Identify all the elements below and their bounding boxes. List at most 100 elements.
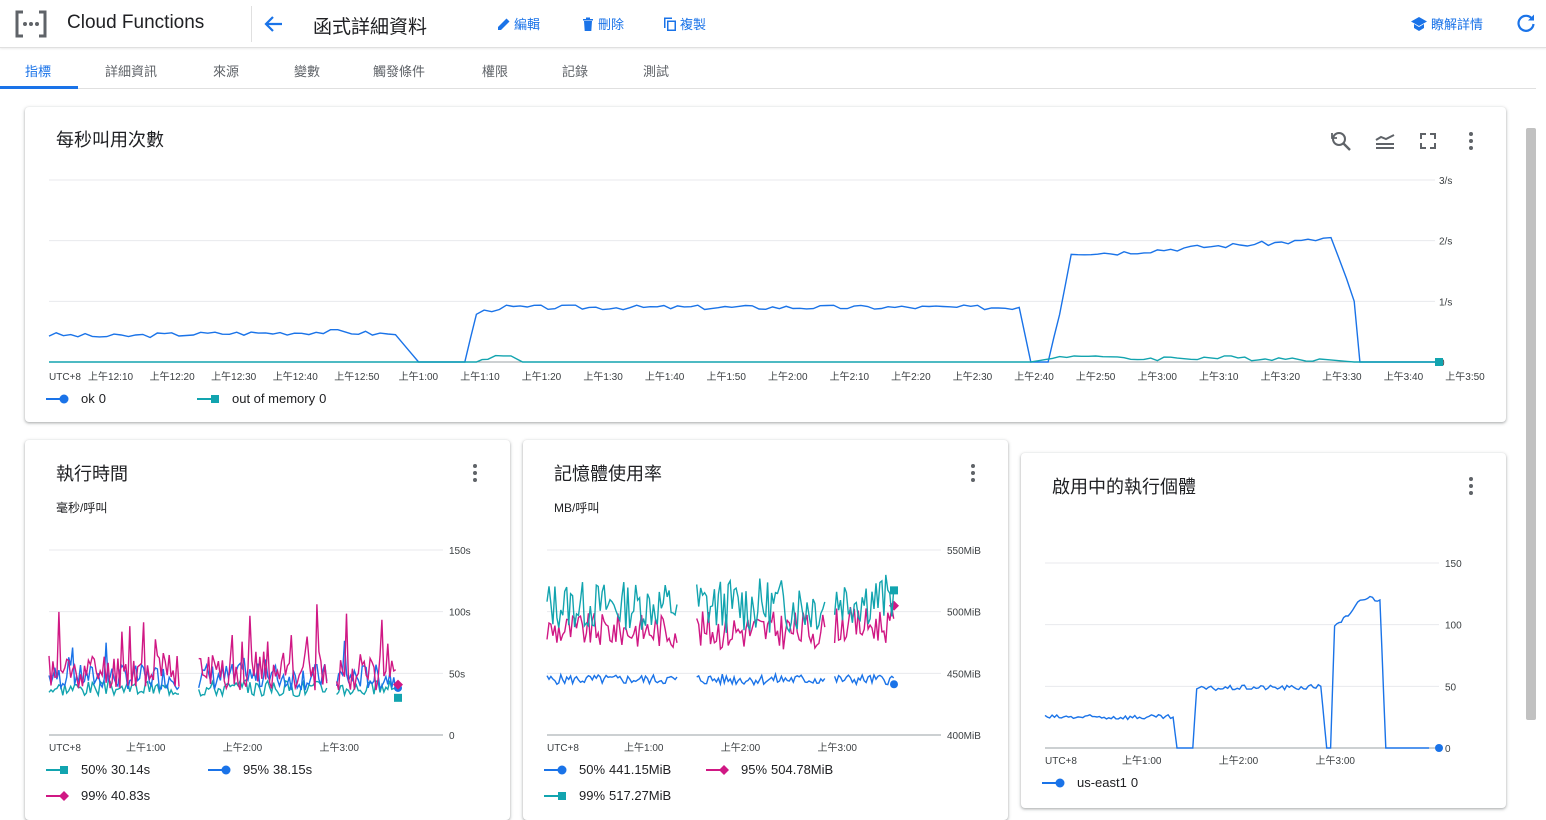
tab-permissions[interactable]: 權限 xyxy=(482,61,508,80)
top-bar: Cloud Functions 函式詳細資料 編輯 刪除 複製 瞭解詳情 xyxy=(0,0,1546,48)
x-tick-label: 上午3:00 xyxy=(1316,754,1356,767)
more-options-icon[interactable] xyxy=(963,461,983,485)
series-end-marker xyxy=(1435,358,1443,366)
x-tick-label: UTC+8 xyxy=(547,743,579,754)
x-tick-label: 上午1:30 xyxy=(583,370,623,383)
legend-item-ok[interactable]: ok 0 xyxy=(45,391,106,406)
tab-triggers[interactable]: 觸發條件 xyxy=(373,61,425,80)
legend-item-out-of-memory[interactable]: out of memory 0 xyxy=(196,391,326,406)
x-tick-label: 上午1:40 xyxy=(645,370,685,383)
learn-more-button[interactable]: 瞭解詳情 xyxy=(1410,14,1483,33)
back-arrow-icon[interactable] xyxy=(260,10,288,38)
x-tick-label: 上午2:00 xyxy=(1219,754,1259,767)
y-tick-label: 3/s xyxy=(1439,176,1452,187)
y-tick-label: 0 xyxy=(449,731,455,742)
x-tick-label: 上午3:00 xyxy=(1137,370,1177,383)
y-tick-label: 150s xyxy=(449,546,471,557)
x-tick-label: 上午1:00 xyxy=(1122,754,1162,767)
series-line-useast1 xyxy=(1044,595,1430,749)
x-tick-label: 上午1:50 xyxy=(706,370,746,383)
series-end-marker xyxy=(394,693,402,702)
x-tick-label: 上午2:30 xyxy=(953,370,993,383)
tab-testing[interactable]: 測試 xyxy=(643,61,669,80)
y-tick-label: 450MiB xyxy=(947,669,981,680)
x-tick-label: UTC+8 xyxy=(49,743,81,754)
legend-item-p95[interactable]: 95% 504.78MiB xyxy=(705,762,833,777)
more-options-icon[interactable] xyxy=(1461,129,1481,153)
y-tick-label: 100s xyxy=(449,608,471,619)
series-end-marker xyxy=(890,586,898,595)
x-tick-label: 上午2:00 xyxy=(768,370,808,383)
cloud-functions-logo-icon xyxy=(15,10,47,38)
legend-value: 517.27MiB xyxy=(609,788,672,803)
legend-label: 99% xyxy=(81,788,108,803)
copy-label: 複製 xyxy=(680,17,707,32)
refresh-icon[interactable] xyxy=(1514,11,1538,35)
legend-value: 38.15s xyxy=(273,762,313,777)
legend-marker-circle-icon xyxy=(46,394,69,403)
series-line-outofmemory xyxy=(49,354,1435,363)
legend-marker-square-icon xyxy=(544,791,566,800)
y-tick-label: 1/s xyxy=(1439,297,1452,308)
series-line-50 xyxy=(833,672,895,687)
legend-marker-circle-icon xyxy=(544,765,567,774)
legend-item-p99[interactable]: 99% 517.27MiB xyxy=(543,788,671,803)
x-tick-label: 上午12:50 xyxy=(334,370,379,383)
legend-label: 99% xyxy=(579,788,606,803)
tab-variables[interactable]: 變數 xyxy=(294,61,320,80)
edit-button[interactable]: 編輯 xyxy=(496,14,540,33)
y-tick-label: 150 xyxy=(1445,559,1462,570)
legend-item-p95[interactable]: 95% 38.15s xyxy=(207,762,312,777)
tab-details[interactable]: 詳細資訊 xyxy=(105,61,157,80)
learn-more-label: 瞭解詳情 xyxy=(1431,17,1484,32)
x-tick-label: 上午1:00 xyxy=(399,370,439,383)
page-title: 函式詳細資料 xyxy=(313,17,428,38)
legend-item-p99[interactable]: 99% 40.83s xyxy=(45,788,150,803)
tab-logs[interactable]: 記錄 xyxy=(562,61,588,80)
x-tick-label: 上午3:50 xyxy=(1445,370,1485,383)
delete-button[interactable]: 刪除 xyxy=(580,14,624,33)
legend-value: 40.83s xyxy=(111,788,151,803)
copy-button[interactable]: 複製 xyxy=(662,14,706,33)
legend-value: 441.15MiB xyxy=(609,762,672,777)
legend-value: 30.14s xyxy=(111,762,151,777)
series-line-99 xyxy=(833,574,895,625)
active-instances-title: 啟用中的執行個體 xyxy=(1052,477,1196,497)
x-tick-label: UTC+8 xyxy=(49,372,81,383)
fullscreen-icon[interactable] xyxy=(1416,129,1440,153)
legend-label: out of memory xyxy=(232,391,316,406)
execution-time-unit: 毫秒/呼叫 xyxy=(56,501,108,515)
x-tick-label: 上午3:00 xyxy=(818,741,858,754)
more-options-icon[interactable] xyxy=(465,461,485,485)
legend-value: 504.78MiB xyxy=(771,762,834,777)
legend-item-p50[interactable]: 50% 30.14s xyxy=(45,762,150,777)
school-icon xyxy=(1411,16,1427,31)
y-tick-label: 2/s xyxy=(1439,237,1452,248)
legend-item-p50[interactable]: 50% 441.15MiB xyxy=(543,762,671,777)
zoom-reset-icon[interactable] xyxy=(1329,129,1353,153)
x-tick-label: 上午3:40 xyxy=(1384,370,1424,383)
more-options-icon[interactable] xyxy=(1461,474,1481,498)
tab-metrics[interactable]: 指標 xyxy=(25,61,51,80)
chart-type-icon[interactable] xyxy=(1373,129,1397,153)
x-tick-label: 上午12:30 xyxy=(211,370,256,383)
series-end-marker xyxy=(1435,744,1443,752)
x-tick-label: UTC+8 xyxy=(1045,756,1077,767)
tab-bar: 指標 詳細資訊 來源 變數 觸發條件 權限 記錄 測試 xyxy=(0,49,1536,89)
app-title: Cloud Functions xyxy=(67,12,205,33)
legend-value: 0 xyxy=(1130,775,1139,790)
legend-value: 0 xyxy=(319,391,327,406)
series-end-marker xyxy=(890,680,898,689)
invocations-title: 每秒叫用次數 xyxy=(56,130,164,150)
execution-time-chart: 150s 100s 50s 0 UTC+8 上午1:00 上午2:00 上午3:00 xyxy=(48,546,471,754)
active-tab-indicator xyxy=(0,86,78,89)
legend-marker-circle-icon xyxy=(1042,778,1065,787)
x-tick-label: 上午3:30 xyxy=(1322,370,1362,383)
tab-source[interactable]: 來源 xyxy=(213,61,239,80)
page-scrollbar[interactable] xyxy=(1526,128,1536,720)
y-tick-label: 0 xyxy=(1445,744,1451,755)
legend-marker-diamond-icon xyxy=(46,790,69,801)
legend-item-us-east1[interactable]: us-east1 0 xyxy=(1041,775,1138,790)
legend-value: 0 xyxy=(98,391,106,406)
legend-marker-square-icon xyxy=(197,394,219,403)
